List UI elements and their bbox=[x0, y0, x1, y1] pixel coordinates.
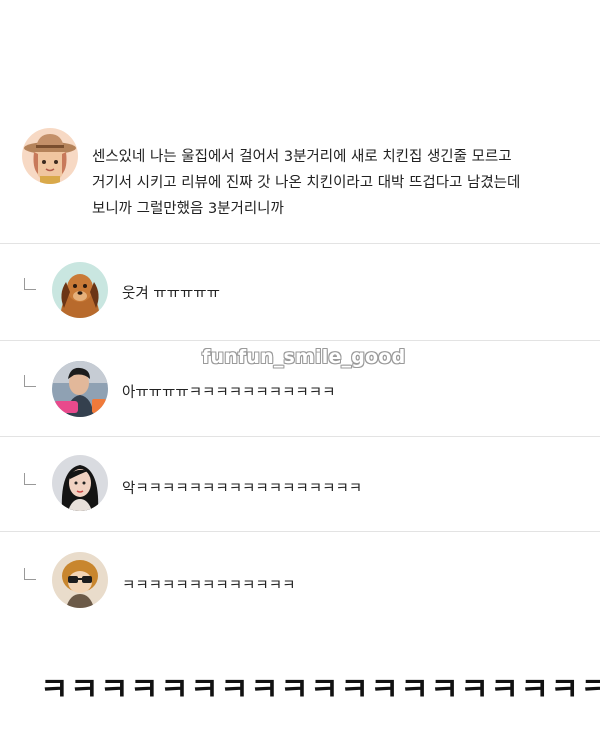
bottom-caption: ㅋㅋㅋㅋㅋㅋㅋㅋㅋㅋㅋㅋㅋㅋㅋㅋㅋㅋㅋ bbox=[40, 672, 600, 708]
avatar[interactable] bbox=[52, 262, 108, 318]
comment-line: 거기서 시키고 리뷰에 진짜 갓 나온 치킨이라고 대박 뜨겁다고 남겼는데 bbox=[92, 175, 521, 191]
comment-line: 센스있네 나는 울집에서 걸어서 3분거리에 새로 치킨집 생긴줄 모르고 bbox=[92, 149, 512, 165]
reply-text: 아ㅠㅠㅠㅠㅋㅋㅋㅋㅋㅋㅋㅋㅋㅋㅋ bbox=[122, 385, 336, 401]
avatar[interactable] bbox=[52, 455, 108, 511]
reply-arrow-icon bbox=[24, 375, 36, 387]
reply-arrow-icon bbox=[24, 473, 36, 485]
person-photo-avatar-icon bbox=[52, 361, 108, 417]
reply-text: ㅋㅋㅋㅋㅋㅋㅋㅋㅋㅋㅋㅋㅋ bbox=[122, 578, 296, 594]
reply-item: ㅋㅋㅋㅋㅋㅋㅋㅋㅋㅋㅋㅋㅋ bbox=[0, 532, 600, 628]
main-comment-text: 센스있네 나는 울집에서 걸어서 3분거리에 새로 치킨집 생긴줄 모르고 거기… bbox=[92, 144, 572, 222]
comment-line: 보니까 그럴만했음 3분거리니까 bbox=[92, 201, 284, 217]
reply-arrow-icon bbox=[24, 568, 36, 580]
reply-item: 악ㅋㅋㅋㅋㅋㅋㅋㅋㅋㅋㅋㅋㅋㅋㅋㅋㅋ bbox=[0, 437, 600, 533]
watermark: funfun_smile_good bbox=[202, 346, 406, 368]
avatar[interactable] bbox=[52, 361, 108, 417]
cowgirl-avatar-icon bbox=[22, 128, 78, 184]
woman-photo-avatar-icon bbox=[52, 455, 108, 511]
reply-text: 악ㅋㅋㅋㅋㅋㅋㅋㅋㅋㅋㅋㅋㅋㅋㅋㅋㅋ bbox=[122, 481, 363, 497]
doll-photo-avatar-icon bbox=[52, 552, 108, 608]
reply-arrow-icon bbox=[24, 278, 36, 290]
reply-text: 웃겨 ㅠㅠㅠㅠㅠ bbox=[122, 286, 220, 302]
avatar[interactable] bbox=[52, 552, 108, 608]
avatar[interactable] bbox=[22, 128, 78, 184]
reply-item: 웃겨 ㅠㅠㅠㅠㅠ bbox=[0, 244, 600, 340]
cartoon-dog-avatar-icon bbox=[52, 262, 108, 318]
